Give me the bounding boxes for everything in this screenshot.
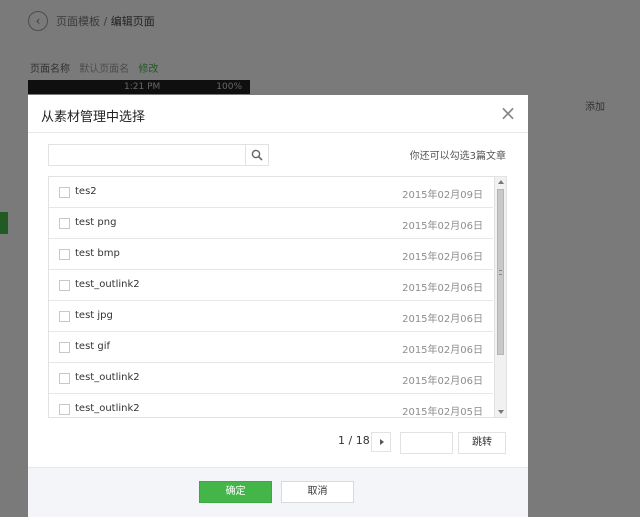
item-checkbox[interactable] (59, 218, 70, 229)
selection-hint: 你还可以勾选3篇文章 (409, 151, 506, 162)
item-date: 2015年02月05日 (402, 407, 483, 418)
item-date: 2015年02月06日 (402, 252, 483, 263)
jump-button[interactable]: 跳转 (458, 432, 506, 454)
search-icon (251, 149, 263, 161)
item-date: 2015年02月09日 (402, 190, 483, 201)
item-date: 2015年02月06日 (402, 314, 483, 325)
dialog-title: 从素材管理中选择 (41, 110, 146, 125)
item-date: 2015年02月06日 (402, 221, 483, 232)
dialog-header: 从素材管理中选择 × (28, 95, 528, 133)
list-item[interactable]: test jpg 2015年02月06日 (49, 301, 493, 332)
list-item[interactable]: test bmp 2015年02月06日 (49, 239, 493, 270)
search-button[interactable] (245, 145, 268, 165)
grip-icon (499, 270, 502, 275)
item-checkbox[interactable] (59, 187, 70, 198)
list-scrollbar[interactable] (494, 177, 506, 417)
scrollbar-thumb[interactable] (497, 189, 504, 355)
search-input[interactable] (49, 145, 245, 165)
list-item[interactable]: tes2 2015年02月09日 (49, 177, 493, 208)
item-title: test bmp (75, 248, 120, 259)
list-item[interactable]: test gif 2015年02月06日 (49, 332, 493, 363)
item-checkbox[interactable] (59, 311, 70, 322)
item-checkbox[interactable] (59, 249, 70, 260)
list-item[interactable]: test_outlink2 2015年02月06日 (49, 363, 493, 394)
scroll-up-arrow-icon[interactable] (498, 180, 504, 184)
article-list: tes2 2015年02月09日 test png 2015年02月06日 te… (48, 176, 507, 418)
item-checkbox[interactable] (59, 342, 70, 353)
list-item[interactable]: test_outlink2 2015年02月06日 (49, 270, 493, 301)
confirm-button[interactable]: 确定 (199, 481, 272, 503)
select-material-dialog: 从素材管理中选择 × 你还可以勾选3篇文章 tes2 2015年02月09日 t… (28, 95, 528, 517)
item-checkbox[interactable] (59, 404, 70, 415)
item-title: test jpg (75, 310, 113, 321)
item-title: test gif (75, 341, 111, 352)
next-page-button[interactable] (371, 432, 391, 452)
dialog-footer: 确定 取消 (28, 467, 528, 517)
scroll-down-arrow-icon[interactable] (498, 410, 504, 414)
list-item[interactable]: test png 2015年02月06日 (49, 208, 493, 239)
item-date: 2015年02月06日 (402, 345, 483, 356)
item-title: test_outlink2 (75, 279, 140, 290)
cancel-button[interactable]: 取消 (281, 481, 354, 503)
item-date: 2015年02月06日 (402, 283, 483, 294)
item-title: test png (75, 217, 117, 228)
item-checkbox[interactable] (59, 280, 70, 291)
page-number-input[interactable] (400, 432, 453, 454)
item-title: tes2 (75, 186, 97, 197)
list-item[interactable]: test_outlink2 2015年02月05日 (49, 394, 493, 418)
search-box (48, 144, 269, 166)
page-indicator: 1 / 18 (338, 434, 370, 447)
item-title: test_outlink2 (75, 372, 140, 383)
item-checkbox[interactable] (59, 373, 70, 384)
close-icon[interactable]: × (498, 102, 518, 124)
item-title: test_outlink2 (75, 403, 140, 414)
item-date: 2015年02月06日 (402, 376, 483, 387)
